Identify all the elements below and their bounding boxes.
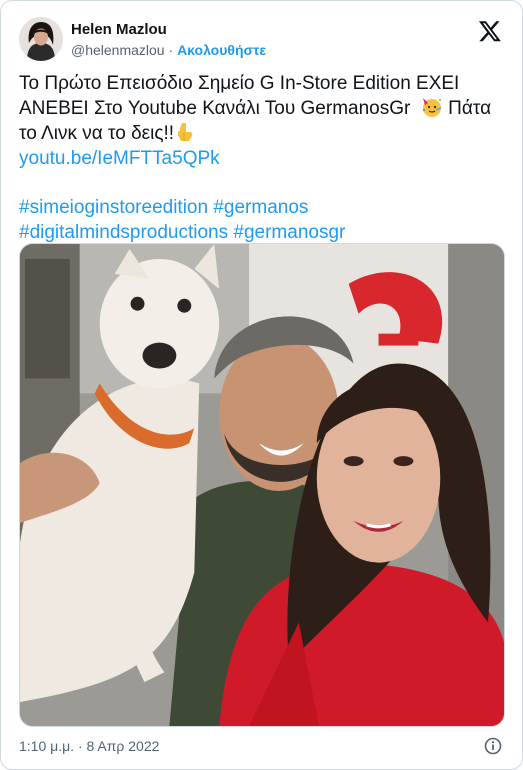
tweet-line-2: ΑΝΕΒΕΙ Στο Youtube Κανάλι Του GermanosGr… [19, 96, 505, 121]
tweet-line-2-text: ΑΝΕΒΕΙ Στο Youtube Κανάλι Του GermanosGr [19, 98, 411, 119]
handle-row: @helenmazlou · Ακολουθήστε [71, 40, 266, 60]
timestamp[interactable]: 1:10 μ.μ. · 8 Απρ 2022 [19, 738, 159, 754]
hashtags-line-1[interactable]: #simeioginstoreedition #germanos [19, 195, 505, 220]
tweet-footer: 1:10 μ.μ. · 8 Απρ 2022 [19, 735, 504, 757]
tweet-text: Το Πρώτο Επεισόδιο Σημείο G In-Store Edi… [19, 71, 505, 245]
x-logo-icon[interactable] [478, 19, 502, 43]
youtube-link[interactable]: youtu.be/IeMFTTa5QPk [19, 146, 505, 171]
tweet-line-1: Το Πρώτο Επεισόδιο Σημείο G In-Store Edi… [19, 73, 460, 94]
handle[interactable]: @helenmazlou [71, 42, 165, 58]
tweet-line-3: το Λινκ να το δεις!! [19, 121, 505, 146]
tweet-photo[interactable] [19, 243, 505, 727]
tweet-header: Helen Mazlou @helenmazlou · Ακολουθήστε [19, 15, 504, 67]
avatar[interactable] [19, 17, 63, 61]
tweet-card: Helen Mazlou @helenmazlou · Ακολουθήστε … [0, 0, 523, 770]
partying-face-emoji-icon [422, 98, 442, 117]
display-name[interactable]: Helen Mazlou [71, 20, 266, 40]
info-icon[interactable] [484, 737, 502, 755]
follow-link[interactable]: Ακολουθήστε [177, 42, 266, 58]
author-names: Helen Mazlou @helenmazlou · Ακολουθήστε [71, 20, 266, 60]
backhand-index-pointing-down-emoji-icon [178, 123, 193, 141]
tweet-line-3-text: το Λινκ να το δεις!! [19, 123, 175, 144]
tweet-line-2-end: Πάτα [442, 98, 492, 119]
hashtags-line-2[interactable]: #digitalmindsproductions #germanosgr [19, 220, 505, 245]
separator: · [164, 42, 178, 58]
